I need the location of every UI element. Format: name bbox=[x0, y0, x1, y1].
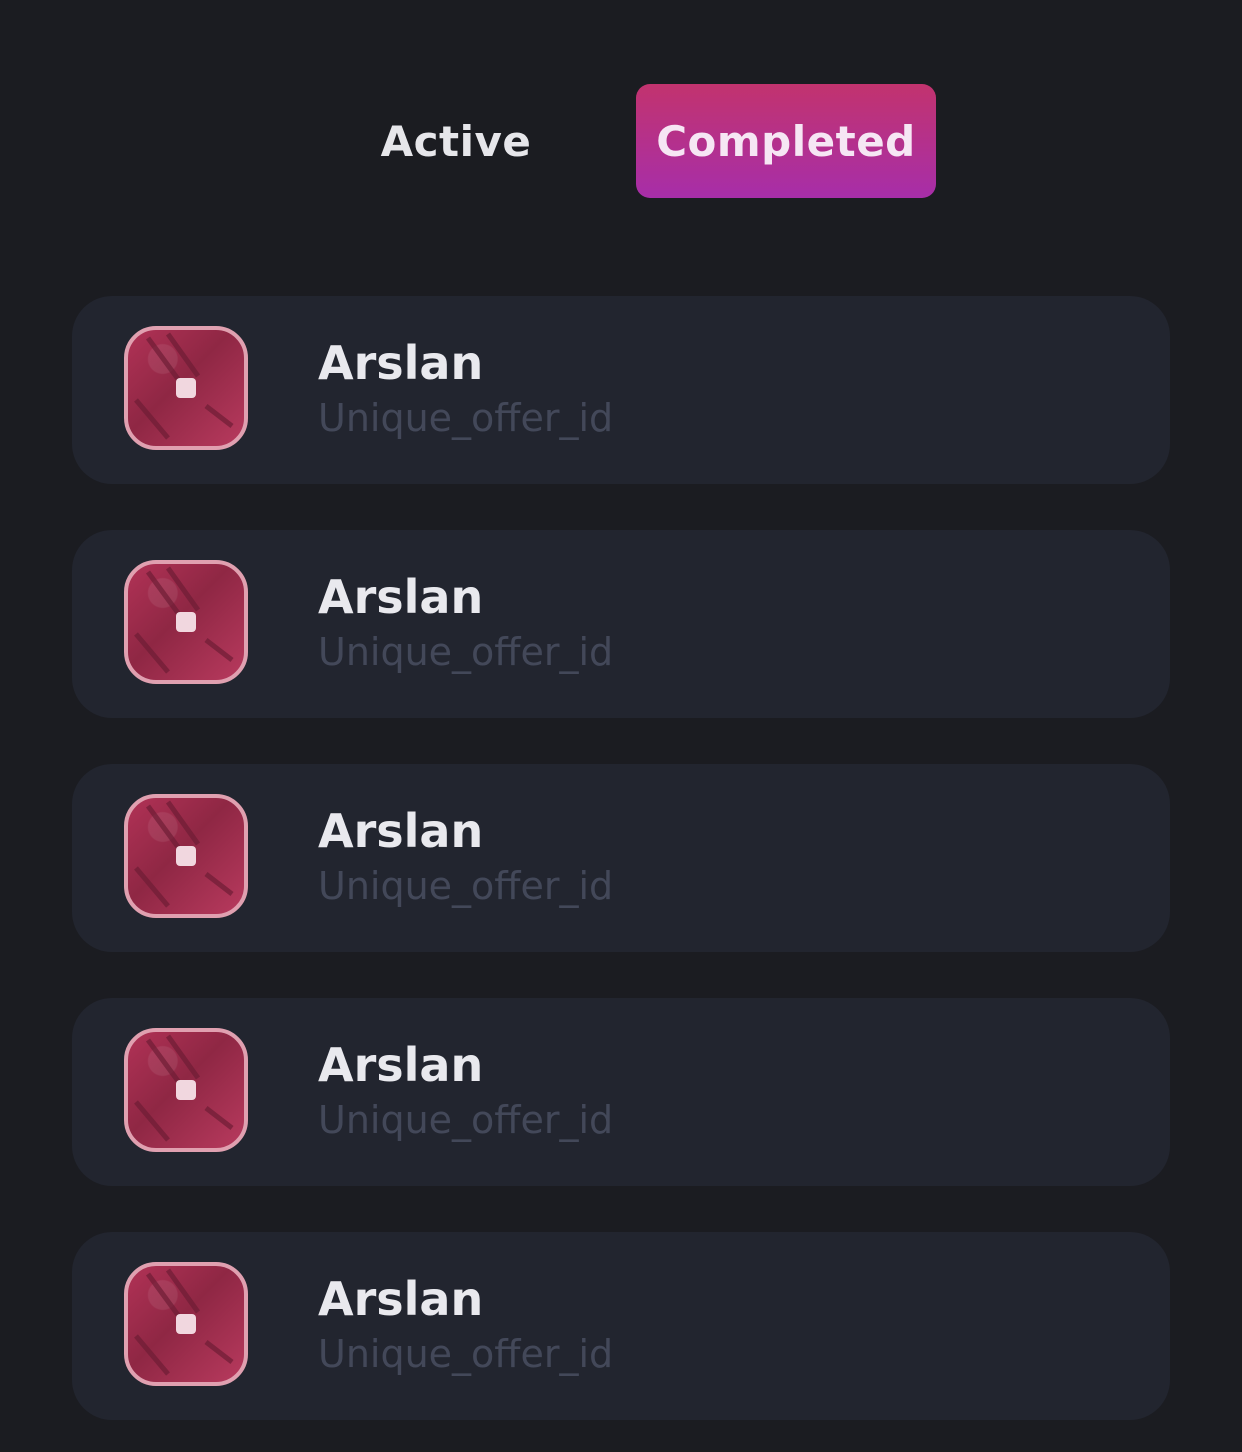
offer-app-icon bbox=[124, 326, 248, 450]
list-item[interactable]: Arslan Unique_offer_id bbox=[72, 296, 1170, 484]
tab-active[interactable]: Active bbox=[356, 84, 556, 198]
offer-name: Arslan bbox=[318, 336, 484, 390]
list-item[interactable]: Arslan Unique_offer_id bbox=[72, 530, 1170, 718]
offer-name: Arslan bbox=[318, 1272, 484, 1326]
offer-name: Arslan bbox=[318, 1038, 484, 1092]
list-item[interactable]: Arslan Unique_offer_id bbox=[72, 998, 1170, 1186]
offer-app-icon bbox=[124, 1262, 248, 1386]
tab-bar: Active Completed bbox=[0, 0, 1242, 240]
offer-app-icon bbox=[124, 1028, 248, 1152]
list-item[interactable]: Arslan Unique_offer_id bbox=[72, 1232, 1170, 1420]
offer-app-icon bbox=[124, 560, 248, 684]
offer-id: Unique_offer_id bbox=[318, 1098, 614, 1142]
offer-id: Unique_offer_id bbox=[318, 396, 614, 440]
offer-id: Unique_offer_id bbox=[318, 1332, 614, 1376]
list-item[interactable]: Arslan Unique_offer_id bbox=[72, 764, 1170, 952]
offer-name: Arslan bbox=[318, 804, 484, 858]
offer-name: Arslan bbox=[318, 570, 484, 624]
tab-completed[interactable]: Completed bbox=[636, 84, 936, 198]
offer-id: Unique_offer_id bbox=[318, 630, 614, 674]
offer-app-icon bbox=[124, 794, 248, 918]
offer-id: Unique_offer_id bbox=[318, 864, 614, 908]
